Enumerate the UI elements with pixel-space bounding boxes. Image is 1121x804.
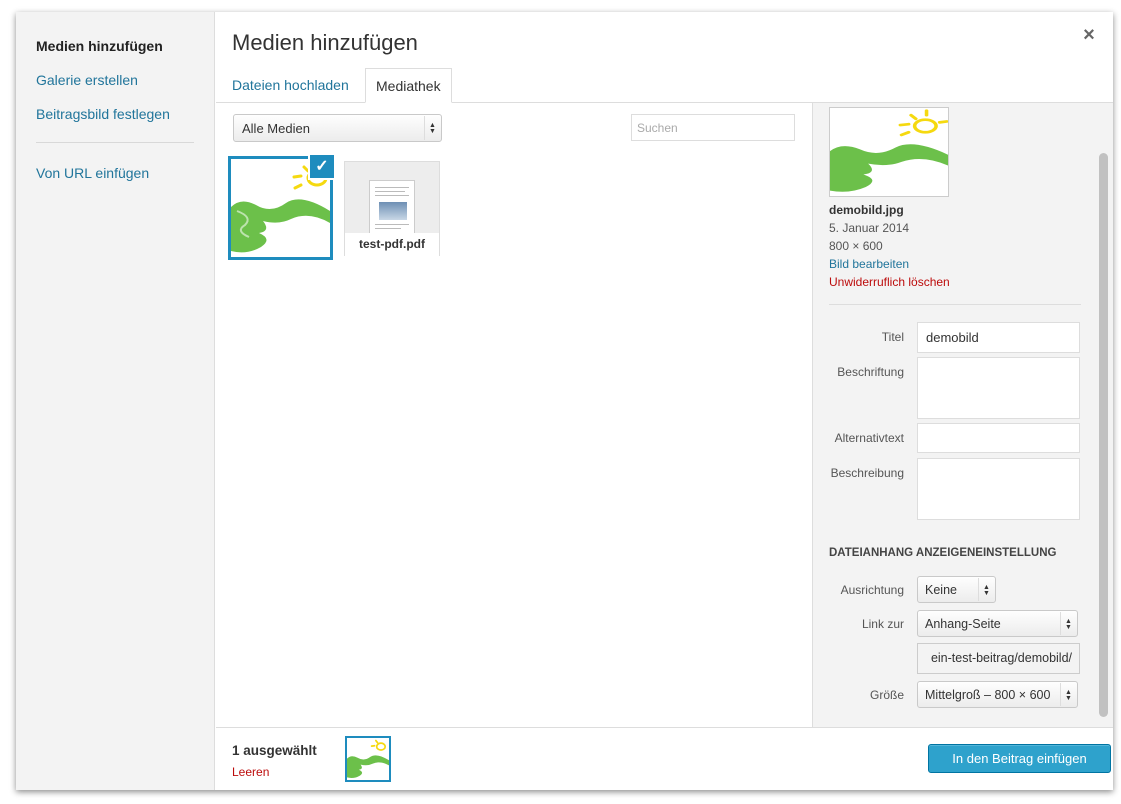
media-filter-value: Alle Medien — [242, 121, 310, 136]
size-value: Mittelgroß – 800 × 600 — [925, 688, 1051, 702]
size-select[interactable]: Mittelgroß – 800 × 600 ▲ ▼ — [917, 681, 1078, 708]
link-to-select[interactable]: Anhang-Seite ▲ ▼ — [917, 610, 1078, 637]
clear-selection-link[interactable]: Leeren — [232, 765, 269, 779]
details-thumbnail — [829, 107, 949, 197]
select-arrows-icon: ▲ ▼ — [1060, 612, 1076, 635]
alignment-label: Ausrichtung — [840, 583, 904, 597]
select-arrows-icon: ▲ ▼ — [978, 578, 994, 601]
sidebar-scrollbar[interactable] — [1099, 153, 1108, 717]
select-arrows-icon: ▲ ▼ — [424, 116, 440, 140]
size-label: Größe — [869, 688, 904, 702]
description-field[interactable] — [917, 458, 1080, 520]
pdf-document-icon — [369, 180, 415, 235]
alignment-select[interactable]: Keine ▲ ▼ — [917, 576, 996, 603]
media-filter-select[interactable]: Alle Medien ▲ ▼ — [233, 114, 442, 142]
search-input[interactable] — [631, 114, 795, 141]
details-filename: demobild.jpg — [829, 203, 904, 217]
link-to-label: Link zur — [861, 617, 904, 631]
link-url-field[interactable]: ein-test-beitrag/demobild/ — [917, 643, 1080, 674]
edit-image-link[interactable]: Bild bearbeiten — [829, 257, 909, 271]
alt-text-field[interactable] — [917, 423, 1080, 453]
attachment-filename: test-pdf.pdf — [345, 233, 439, 256]
media-menu: Medien hinzufügen Galerie erstellen Beit… — [16, 12, 215, 790]
alt-text-label: Alternativtext — [834, 431, 904, 445]
sidebar-separator — [829, 304, 1081, 305]
title-field[interactable] — [917, 322, 1080, 353]
menu-item-featured-image[interactable]: Beitragsbild festlegen — [36, 106, 170, 122]
menu-separator — [36, 142, 194, 143]
display-settings-heading: DATEIANHANG ANZEIGENEINSTELLUNG — [829, 547, 1057, 559]
selection-count: 1 ausgewählt — [232, 743, 317, 758]
link-url-value: ein-test-beitrag/demobild/ — [930, 651, 1072, 665]
menu-item-add-media[interactable]: Medien hinzufügen — [36, 38, 163, 54]
close-icon[interactable]: × — [1080, 24, 1098, 46]
tab-upload-files[interactable]: Dateien hochladen — [222, 68, 359, 103]
insert-into-post-button[interactable]: In den Beitrag einfügen — [928, 744, 1111, 773]
description-label: Beschreibung — [830, 466, 904, 480]
details-dimensions: 800 × 600 — [829, 239, 883, 253]
caption-field[interactable] — [917, 357, 1080, 419]
modal-title: Medien hinzufügen — [232, 30, 418, 55]
selected-attachment-thumbnail[interactable] — [345, 736, 391, 782]
media-modal: Medien hinzufügen Galerie erstellen Beit… — [16, 12, 1113, 790]
attachment-test-pdf[interactable]: test-pdf.pdf — [344, 161, 440, 256]
selected-thumbnail-image — [347, 738, 389, 780]
checkmark-icon[interactable]: ✓ — [308, 153, 336, 180]
delete-permanently-link[interactable]: Unwiderruflich löschen — [829, 275, 950, 289]
menu-item-insert-from-url[interactable]: Von URL einfügen — [36, 165, 149, 181]
details-thumbnail-image — [830, 108, 949, 196]
caption-label: Beschriftung — [837, 365, 904, 379]
menu-item-create-gallery[interactable]: Galerie erstellen — [36, 72, 138, 88]
alignment-value: Keine — [925, 583, 957, 597]
title-label: Titel — [881, 330, 904, 344]
tab-media-library[interactable]: Mediathek — [365, 68, 452, 103]
details-date: 5. Januar 2014 — [829, 221, 910, 235]
select-arrows-icon: ▲ ▼ — [1060, 683, 1076, 706]
link-to-value: Anhang-Seite — [925, 617, 1001, 631]
